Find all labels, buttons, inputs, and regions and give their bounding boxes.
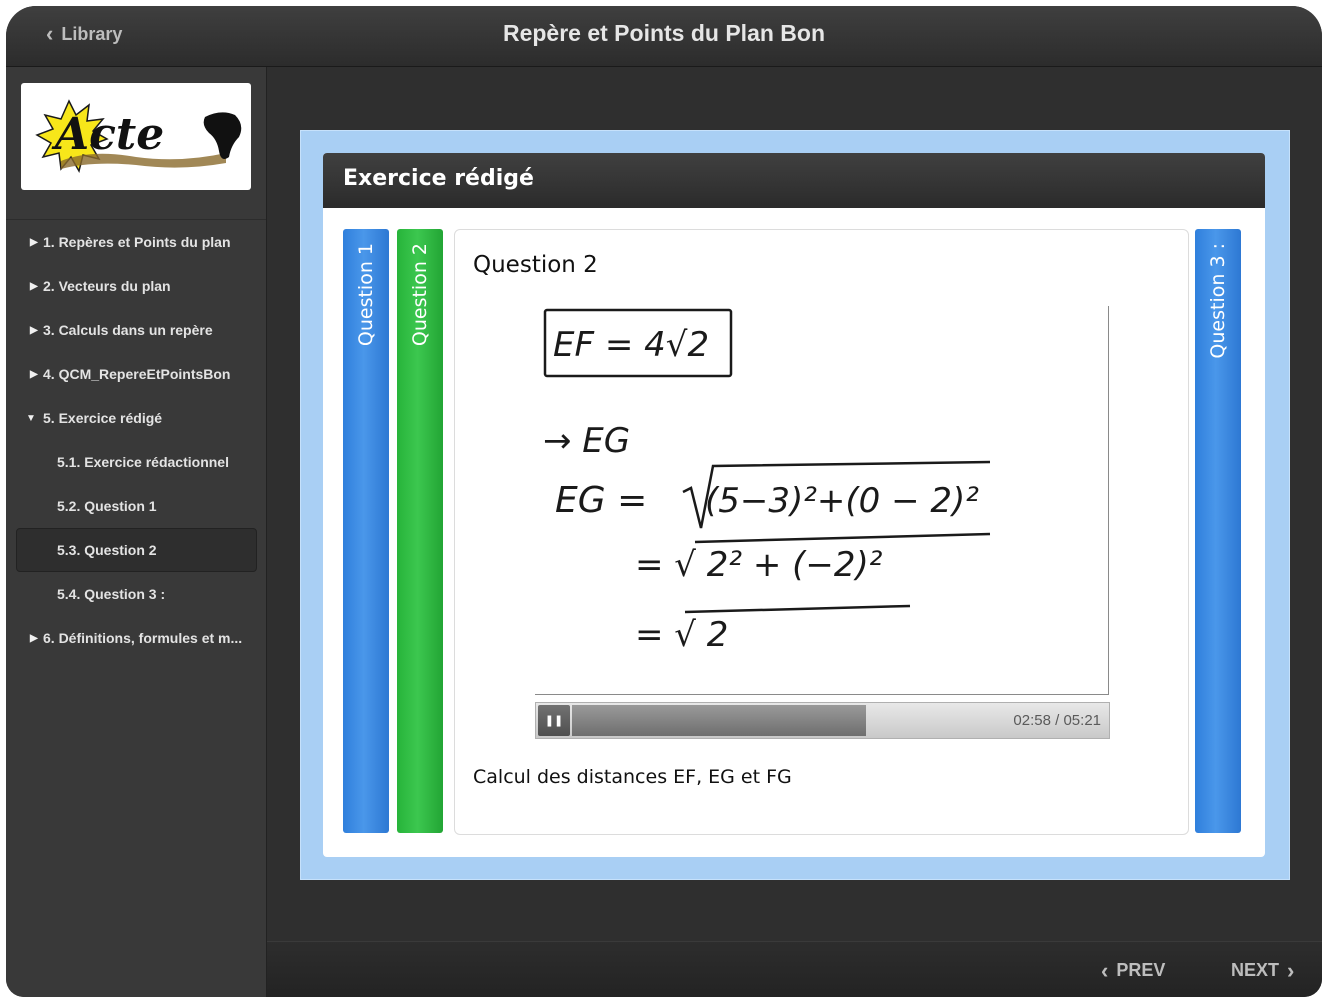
- nav-item-calculs[interactable]: ▶ 3. Calculs dans un repère: [6, 308, 266, 352]
- nav-item-label: 2. Vecteurs du plan: [43, 278, 171, 294]
- tab-label: Question 2: [409, 243, 431, 347]
- question-title: Question 2: [473, 252, 598, 278]
- main-content: Exercice rédigé Question 1 Question 2 Qu…: [267, 67, 1322, 941]
- nav-item-question-3[interactable]: 5.4. Question 3 :: [6, 572, 266, 616]
- nav-item-label: 1. Repères et Points du plan: [43, 234, 231, 250]
- video-controls: ❚❚ 02:58 / 05:21: [535, 702, 1110, 739]
- panel-header: Exercice rédigé: [323, 153, 1265, 208]
- svg-text:→ EG: → EG: [543, 421, 630, 461]
- nav-item-label: 5.3. Question 2: [57, 542, 157, 558]
- next-label: NEXT: [1231, 960, 1280, 980]
- question-content: Question 2 EF = 4√2 → EG EG = (5−3)²+(0 …: [454, 229, 1189, 835]
- nav-item-label: 5.1. Exercice rédactionnel: [57, 454, 229, 470]
- tab-question-2[interactable]: Question 2: [397, 229, 443, 833]
- page-title: Repère et Points du Plan Bon: [502, 20, 826, 46]
- svg-text:EF = 4√2: EF = 4√2: [553, 325, 709, 365]
- acte-logo: Acte: [21, 83, 251, 190]
- nav-item-exercice-redactionnel[interactable]: 5.1. Exercice rédactionnel: [6, 440, 266, 484]
- nav-item-label: 6. Définitions, formules et m...: [43, 630, 243, 646]
- app-window: ‹ Library Repère et Points du Plan Bon A…: [6, 6, 1322, 997]
- nav-item-qcm[interactable]: ▶ 4. QCM_RepereEtPointsBon: [6, 352, 266, 396]
- triangle-right-icon: ▶: [30, 632, 38, 644]
- nav-item-exercice-redige[interactable]: ▼ 5. Exercice rédigé: [6, 396, 266, 440]
- triangle-right-icon: ▶: [30, 368, 38, 380]
- time-display: 02:58 / 05:21: [1013, 712, 1101, 729]
- bottom-navigation-bar: ‹ PREV NEXT ›: [267, 941, 1322, 997]
- svg-text:= √ 2² + (−2)²: = √ 2² + (−2)²: [635, 545, 883, 585]
- prev-button[interactable]: ‹ PREV: [1101, 957, 1166, 983]
- question-caption: Calcul des distances EF, EG et FG: [473, 766, 792, 788]
- chevron-left-icon: ‹: [1101, 957, 1109, 983]
- triangle-right-icon: ▶: [30, 280, 38, 292]
- tab-question-1[interactable]: Question 1: [343, 229, 389, 833]
- nav-item-label: 4. QCM_RepereEtPointsBon: [43, 366, 231, 382]
- nav-item-label: 5. Exercice rédigé: [43, 410, 163, 426]
- sidebar: Acte ▶ 1. Repères et Points du plan ▶ 2.…: [6, 67, 267, 997]
- title-bar: ‹ Library Repère et Points du Plan Bon: [6, 6, 1322, 67]
- svg-text:= √ 2: = √ 2: [635, 615, 728, 655]
- nav-item-vecteurs[interactable]: ▶ 2. Vecteurs du plan: [6, 264, 266, 308]
- prev-label: PREV: [1116, 960, 1166, 980]
- nav-item-definitions[interactable]: ▶ 6. Définitions, formules et m...: [6, 616, 266, 660]
- nav-item-question-1[interactable]: 5.2. Question 1: [6, 484, 266, 528]
- tab-label: Question 1: [355, 243, 377, 347]
- triangle-right-icon: ▶: [30, 236, 38, 248]
- tab-label: Question 3 :: [1207, 243, 1229, 359]
- triangle-right-icon: ▶: [30, 324, 38, 336]
- svg-text:EG =: EG =: [555, 480, 647, 521]
- logo-graphic: Acte: [35, 99, 242, 173]
- exercise-panel: Exercice rédigé Question 1 Question 2 Qu…: [323, 153, 1265, 857]
- nav-item-label: 3. Calculs dans un repère: [43, 322, 213, 338]
- pause-icon: ❚❚: [544, 714, 564, 727]
- nav-item-reperes-points[interactable]: ▶ 1. Repères et Points du plan: [6, 220, 266, 264]
- handwritten-math: EF = 4√2 → EG EG = (5−3)²+(0 − 2)² = √ 2…: [543, 308, 991, 655]
- svg-text:Acte: Acte: [51, 109, 164, 160]
- progress-fill: [572, 705, 867, 736]
- tab-question-3[interactable]: Question 3 :: [1195, 229, 1241, 833]
- panel-title: Exercice rédigé: [343, 166, 534, 191]
- nav-item-label: 5.2. Question 1: [57, 498, 157, 514]
- pause-button[interactable]: ❚❚: [538, 705, 570, 736]
- next-button[interactable]: NEXT ›: [1231, 957, 1295, 983]
- whiteboard-video[interactable]: EF = 4√2 → EG EG = (5−3)²+(0 − 2)² = √ 2…: [535, 306, 1109, 695]
- nav-item-question-2[interactable]: 5.3. Question 2: [16, 528, 257, 572]
- course-navigation: ▶ 1. Repères et Points du plan ▶ 2. Vect…: [6, 219, 266, 660]
- chevron-right-icon: ›: [1287, 957, 1295, 983]
- nav-item-label: 5.4. Question 3 :: [57, 586, 166, 602]
- slide-frame: Exercice rédigé Question 1 Question 2 Qu…: [300, 130, 1290, 880]
- svg-text:(5−3)²+(0 − 2)²: (5−3)²+(0 − 2)²: [705, 481, 979, 521]
- triangle-down-icon: ▼: [26, 412, 36, 424]
